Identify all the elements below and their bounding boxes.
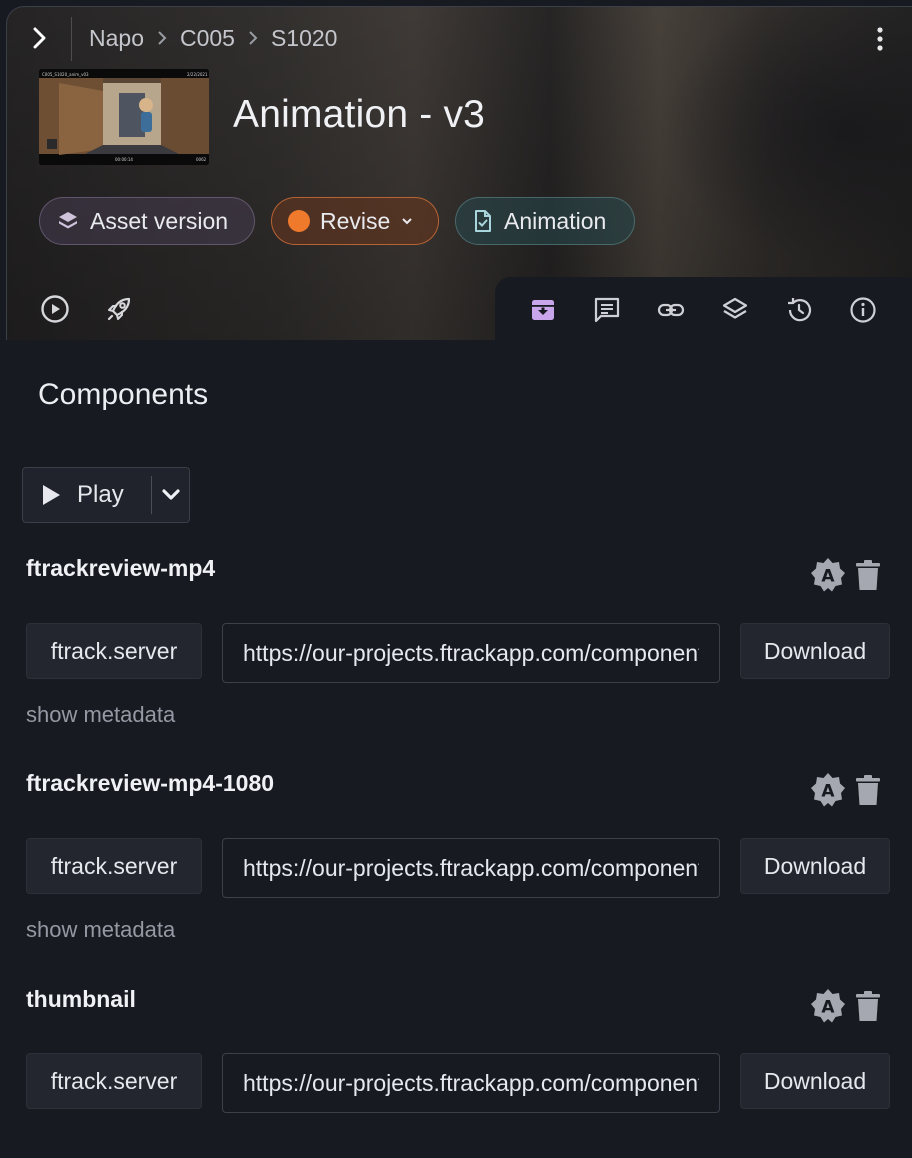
- chevron-right-icon: [245, 30, 261, 46]
- rocket-icon: [107, 297, 131, 321]
- status-dropdown[interactable]: Revise: [271, 197, 439, 245]
- layers-icon: [722, 297, 748, 319]
- trash-icon: [856, 991, 880, 1021]
- asset-version-chip[interactable]: Asset version: [39, 197, 255, 245]
- status-dot: [288, 210, 310, 232]
- badge-a-icon: A: [811, 773, 845, 807]
- trash-icon: [856, 775, 880, 805]
- components-title: Components: [38, 378, 209, 411]
- encode-button[interactable]: A: [810, 986, 846, 1026]
- layers-icon: [59, 212, 77, 229]
- component-url-field[interactable]: [222, 1053, 720, 1113]
- component-actions: A: [810, 770, 886, 810]
- play-split-button: Play: [22, 467, 190, 523]
- download-button[interactable]: Download: [740, 623, 890, 679]
- thumbnail-timecode: 00:00:14: [115, 157, 133, 162]
- delete-component-button[interactable]: [850, 555, 886, 595]
- component-actions: A: [810, 986, 886, 1026]
- page-title: Animation - v3: [233, 93, 486, 136]
- version-thumbnail[interactable]: C005_S1020_anim_v03 2/22/2021 00:00:14 0…: [39, 69, 209, 165]
- component-name: thumbnail: [26, 986, 136, 1012]
- task-type-chip[interactable]: Animation: [455, 197, 635, 245]
- breadcrumb-sequence[interactable]: C005: [180, 25, 235, 52]
- thumbnail-frame: 0062: [196, 157, 207, 162]
- task-file-icon: [475, 210, 491, 232]
- badge-a-icon: A: [811, 558, 845, 592]
- component-url-field[interactable]: [222, 838, 720, 898]
- notes-icon: [594, 297, 620, 323]
- encode-button[interactable]: A: [810, 555, 846, 595]
- breadcrumb: Napo C005 S1020: [89, 23, 337, 53]
- component-location: ftrack.server: [26, 1053, 202, 1109]
- download-button[interactable]: Download: [740, 838, 890, 894]
- component-location: ftrack.server: [26, 838, 202, 894]
- play-circle-icon: [41, 295, 69, 323]
- badge-a-icon: A: [811, 989, 845, 1023]
- header-divider: [71, 17, 72, 61]
- tab-links[interactable]: [639, 291, 703, 340]
- chevron-right-icon: [33, 27, 46, 49]
- tab-versions[interactable]: [703, 291, 767, 340]
- history-icon: [788, 298, 812, 322]
- encode-button[interactable]: A: [810, 770, 846, 810]
- play-label: Play: [77, 481, 124, 508]
- thumbnail-caption-date: 2/22/2021: [187, 72, 208, 77]
- play-options-button[interactable]: [152, 468, 189, 522]
- status-label: Revise: [320, 207, 391, 234]
- archive-down-icon: [532, 300, 554, 320]
- chevron-right-icon: [154, 30, 170, 46]
- component-name: ftrackreview-mp4: [26, 555, 216, 581]
- thumbnail-caption-left: C005_S1020_anim_v03: [42, 72, 89, 77]
- chevron-down-icon: [161, 489, 180, 500]
- asset-version-label: Asset version: [90, 207, 229, 234]
- tab-history[interactable]: [767, 291, 831, 340]
- more-vertical-icon: [877, 27, 883, 51]
- show-metadata-link[interactable]: show metadata: [26, 917, 175, 943]
- launch-button[interactable]: [101, 291, 137, 327]
- delete-component-button[interactable]: [850, 986, 886, 1026]
- component-name: ftrackreview-mp4-1080: [26, 770, 275, 796]
- svg-text:A: A: [821, 998, 835, 1018]
- play-icon: [43, 485, 60, 505]
- delete-component-button[interactable]: [850, 770, 886, 810]
- svg-text:A: A: [821, 567, 835, 587]
- svg-text:A: A: [821, 782, 835, 802]
- component-url-field[interactable]: [222, 623, 720, 683]
- show-metadata-link[interactable]: show metadata: [26, 702, 175, 728]
- tab-components[interactable]: [511, 291, 575, 340]
- more-options-button[interactable]: [870, 23, 890, 55]
- trash-icon: [856, 560, 880, 590]
- chevron-down-icon: [402, 218, 413, 225]
- download-button[interactable]: Download: [740, 1053, 890, 1109]
- info-icon: [850, 297, 876, 323]
- breadcrumb-shot[interactable]: S1020: [271, 25, 338, 52]
- collapse-sidebar-button[interactable]: [27, 25, 53, 51]
- link-icon: [657, 303, 685, 317]
- version-header: Napo C005 S1020 C005_S1020_anim_v03 2/22…: [6, 6, 912, 340]
- play-button[interactable]: Play: [23, 468, 151, 522]
- play-version-button[interactable]: [37, 291, 73, 327]
- component-location: ftrack.server: [26, 623, 202, 679]
- breadcrumb-project[interactable]: Napo: [89, 25, 144, 52]
- tab-notes[interactable]: [575, 291, 639, 340]
- component-actions: A: [810, 555, 886, 595]
- tab-info[interactable]: [831, 291, 895, 340]
- task-type-label: Animation: [504, 207, 607, 234]
- detail-tabs: [495, 277, 912, 340]
